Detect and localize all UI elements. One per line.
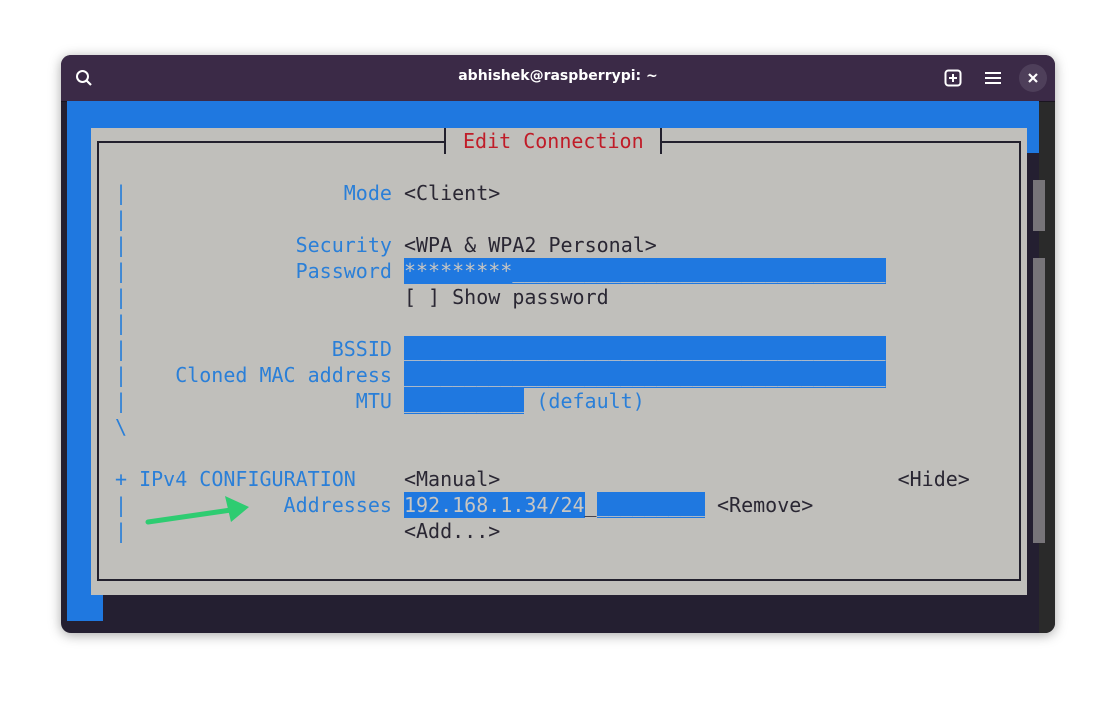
terminal-window: abhishek@raspberrypi: ~ Edit Connection …: [61, 55, 1055, 633]
annotation-arrow: [145, 496, 249, 525]
